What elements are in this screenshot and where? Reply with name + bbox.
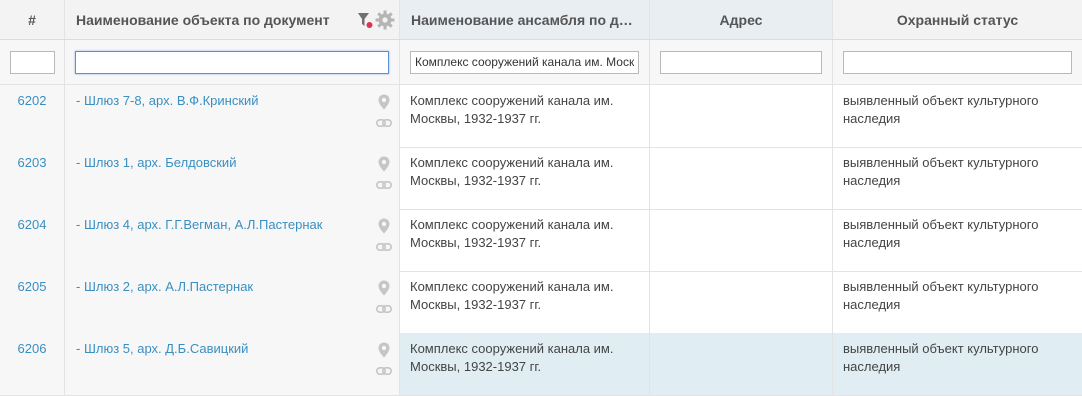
- number-filter-input[interactable]: [10, 50, 55, 74]
- document-name-filter-input[interactable]: [75, 50, 389, 74]
- column-header-address[interactable]: Адрес: [650, 0, 833, 39]
- table-row[interactable]: 6203 - Шлюз 1, арх. Белдовский Комплекс …: [0, 147, 1082, 210]
- row-status-cell: выявленный объект культурного наследия: [843, 93, 1039, 126]
- row-name-cell: - Шлюз 4, арх. Г.Г.Вегман, А.Л.Пастернак: [65, 209, 400, 271]
- filter-cell-document-name: [65, 40, 400, 84]
- row-ensemble-cell: Комплекс сооружений канала им. Москвы, 1…: [400, 271, 650, 333]
- objects-table: # Наименование объекта по документ Наиме…: [0, 0, 1082, 396]
- row-id-link[interactable]: 6202: [0, 85, 65, 147]
- row-name-cell: - Шлюз 7-8, арх. В.Ф.Кринский: [65, 85, 400, 147]
- map-marker-icon[interactable]: [378, 156, 390, 172]
- row-ensemble-cell: Комплекс сооружений канала им. Москвы, 1…: [400, 333, 650, 395]
- row-name-link[interactable]: - Шлюз 7-8, арх. В.Ф.Кринский: [76, 93, 259, 108]
- link-icon[interactable]: [376, 242, 392, 252]
- status-filter-input[interactable]: [843, 50, 1072, 74]
- link-icon[interactable]: [376, 304, 392, 314]
- row-name-cell: - Шлюз 1, арх. Белдовский: [65, 147, 400, 209]
- map-marker-icon[interactable]: [378, 280, 390, 296]
- row-name-cell: - Шлюз 5, арх. Д.Б.Савицкий: [65, 333, 400, 395]
- column-header-document-name[interactable]: Наименование объекта по документ: [65, 0, 400, 39]
- ensemble-filter-input[interactable]: [410, 50, 639, 74]
- row-id-link[interactable]: 6203: [0, 147, 65, 209]
- row-ensemble-cell: Комплекс сооружений канала им. Москвы, 1…: [400, 147, 650, 209]
- row-name-link[interactable]: - Шлюз 4, арх. Г.Г.Вегман, А.Л.Пастернак: [76, 217, 322, 232]
- row-address-cell: [650, 209, 833, 271]
- table-row[interactable]: 6202 - Шлюз 7-8, арх. В.Ф.Кринский Компл…: [0, 85, 1082, 148]
- table-header: # Наименование объекта по документ Наиме…: [0, 0, 1082, 40]
- link-icon[interactable]: [376, 180, 392, 190]
- address-filter-input[interactable]: [660, 50, 822, 74]
- row-address-cell: [650, 271, 833, 333]
- link-icon[interactable]: [376, 366, 392, 376]
- row-address-cell: [650, 333, 833, 395]
- row-status-cell: выявленный объект культурного наследия: [843, 155, 1039, 188]
- gear-icon[interactable]: [375, 10, 395, 33]
- row-ensemble-cell: Комплекс сооружений канала им. Москвы, 1…: [400, 85, 650, 147]
- link-icon[interactable]: [376, 118, 392, 128]
- column-header-ensemble-name[interactable]: Наименование ансамбля по документам: [400, 0, 650, 39]
- column-header-number[interactable]: #: [0, 0, 65, 39]
- row-name-cell: - Шлюз 2, арх. А.Л.Пастернак: [65, 271, 400, 333]
- filter-row: [0, 40, 1082, 85]
- row-address-cell: [650, 147, 833, 209]
- row-status-cell: выявленный объект культурного наследия: [833, 333, 1082, 395]
- map-marker-icon[interactable]: [378, 342, 390, 358]
- map-marker-icon[interactable]: [378, 94, 390, 110]
- map-marker-icon[interactable]: [378, 218, 390, 234]
- table-row[interactable]: 6205 - Шлюз 2, арх. А.Л.Пастернак Компле…: [0, 271, 1082, 334]
- row-id-link[interactable]: 6204: [0, 209, 65, 271]
- column-header-status[interactable]: Охранный статус: [833, 0, 1082, 39]
- row-address-cell: [650, 85, 833, 147]
- filter-cell-status: [833, 40, 1082, 84]
- row-name-link[interactable]: - Шлюз 2, арх. А.Л.Пастернак: [76, 279, 253, 294]
- row-status-cell: выявленный объект культурного наследия: [843, 279, 1039, 312]
- row-name-link[interactable]: - Шлюз 1, арх. Белдовский: [76, 155, 236, 170]
- filter-cell-number: [0, 40, 65, 84]
- row-id-link[interactable]: 6206: [0, 333, 65, 395]
- table-row[interactable]: 6206 - Шлюз 5, арх. Д.Б.Савицкий Комплек…: [0, 333, 1082, 396]
- table-row[interactable]: 6204 - Шлюз 4, арх. Г.Г.Вегман, А.Л.Паст…: [0, 209, 1082, 272]
- row-ensemble-cell: Комплекс сооружений канала им. Москвы, 1…: [400, 209, 650, 271]
- row-id-link[interactable]: 6205: [0, 271, 65, 333]
- filter-cell-address: [650, 40, 833, 84]
- filter-cell-ensemble: [400, 40, 650, 84]
- row-name-link[interactable]: - Шлюз 5, арх. Д.Б.Савицкий: [76, 341, 248, 356]
- column-header-document-name-label: Наименование объекта по документ: [76, 11, 330, 28]
- row-status-cell: выявленный объект культурного наследия: [843, 217, 1039, 250]
- filter-icon[interactable]: [357, 11, 373, 32]
